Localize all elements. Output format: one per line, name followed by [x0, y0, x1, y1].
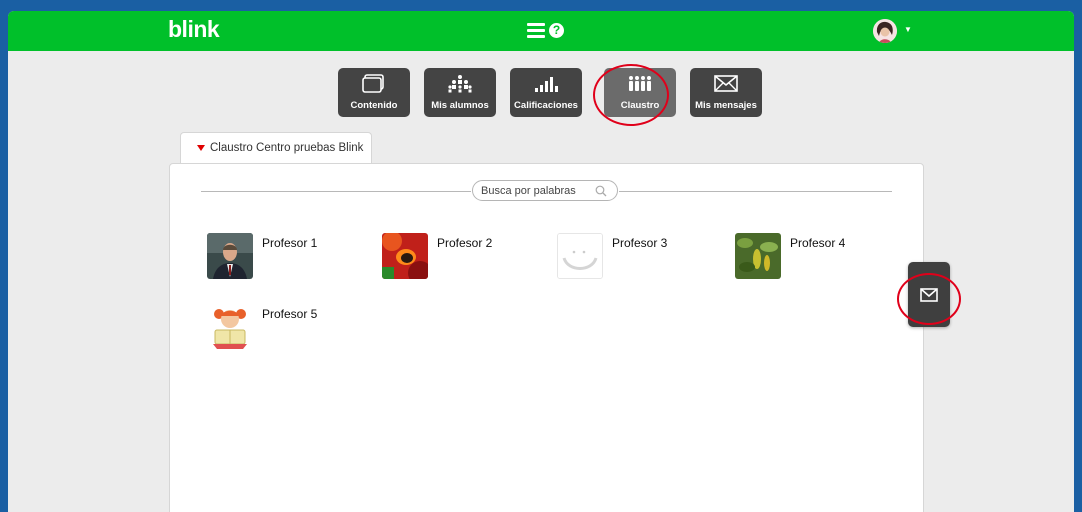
nav-label: Claustro [620, 100, 660, 111]
teacher-card[interactable]: Profesor 1 [207, 233, 337, 279]
teacher-name: Profesor 2 [437, 236, 493, 250]
top-bar: blink ? ▼ [8, 11, 1074, 51]
tab-label: Claustro Centro pruebas Blink [210, 142, 364, 154]
teacher-avatar [735, 233, 781, 279]
floating-message-button[interactable] [908, 262, 950, 327]
search-input[interactable] [481, 183, 593, 198]
user-avatar[interactable] [873, 19, 897, 43]
tab-claustro-centro[interactable]: Claustro Centro pruebas Blink [180, 132, 372, 165]
teacher-name: Profesor 3 [612, 236, 668, 250]
students-icon [448, 75, 472, 93]
divider-left [201, 191, 471, 192]
nav-button-calificaciones[interactable]: Calificaciones [510, 68, 582, 117]
nav-button-mis-mensajes[interactable]: Mis mensajes [690, 68, 762, 117]
teacher-name: Profesor 1 [262, 236, 318, 250]
teacher-avatar [207, 304, 253, 350]
teacher-card[interactable]: Profesor 2 [382, 233, 512, 279]
teacher-name: Profesor 5 [262, 307, 318, 321]
teacher-card[interactable]: Profesor 5 [207, 304, 337, 350]
app-window: blink ? ▼ Contenido Mis alumnos Califica… [8, 11, 1074, 512]
teacher-card[interactable]: Profesor 4 [735, 233, 865, 279]
hamburger-menu-icon[interactable] [527, 23, 545, 39]
nav-button-contenido[interactable]: Contenido [338, 68, 410, 117]
envelope-icon [920, 288, 938, 302]
nav-label: Calificaciones [514, 100, 578, 111]
teacher-avatar [207, 233, 253, 279]
teacher-avatar [557, 233, 603, 279]
search-box[interactable] [472, 180, 618, 201]
search-icon[interactable] [595, 185, 607, 197]
dropdown-triangle-icon [197, 145, 205, 151]
grades-icon [535, 77, 558, 92]
nav-button-claustro[interactable]: Claustro [604, 68, 676, 117]
nav-label: Mis alumnos [431, 100, 489, 111]
nav-label: Mis mensajes [695, 100, 757, 111]
nav-button-mis-alumnos[interactable]: Mis alumnos [424, 68, 496, 117]
blink-logo[interactable]: blink [168, 16, 220, 43]
divider-right [619, 191, 892, 192]
envelope-icon [714, 75, 738, 92]
content-icon [362, 74, 384, 93]
nav-label: Contenido [350, 100, 398, 111]
teacher-avatar [382, 233, 428, 279]
teacher-card[interactable]: Profesor 3 [557, 233, 687, 279]
avatar-dropdown-icon[interactable]: ▼ [904, 25, 912, 34]
teacher-name: Profesor 4 [790, 236, 846, 250]
help-icon[interactable]: ? [549, 23, 564, 38]
staff-panel: Profesor 1 Profesor 2 [169, 163, 924, 512]
staff-icon [629, 76, 651, 91]
